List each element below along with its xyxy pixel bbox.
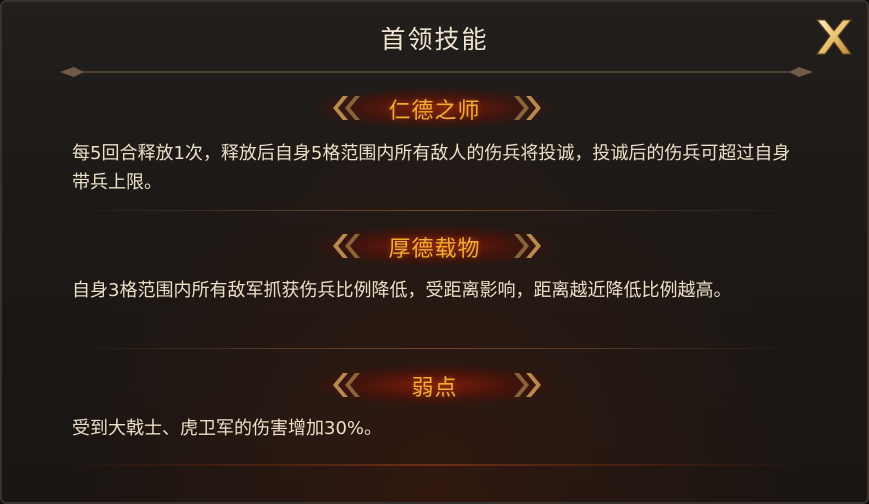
skill-description: 受到大戟士、虎卫军的伤害增加30%。 bbox=[72, 418, 383, 439]
close-icon[interactable] bbox=[811, 14, 857, 60]
dialog-title: 首领技能 bbox=[380, 25, 489, 54]
skill-name: 厚德载物 bbox=[388, 237, 481, 262]
skill-header-2: 厚德载物 bbox=[2, 226, 867, 266]
right-chevrons-icon bbox=[514, 96, 541, 120]
skill-description: 每5回合释放1次，释放后自身5格范围内所有敌人的伤兵将投诚，投诚后的伤兵可超过自… bbox=[72, 143, 791, 193]
skill-header-3: 弱点 bbox=[2, 365, 867, 405]
right-chevrons-icon bbox=[514, 373, 541, 397]
bottom-divider bbox=[62, 464, 807, 466]
skill-description: 自身3格范围内所有敌军抓获伤兵比例降低，受距离影响，距离越近降低比例越高。 bbox=[72, 280, 732, 301]
boss-skills-dialog: 首领技能 仁德之师 每5回合释放1次，释放后自身5格范围内所有敌人的伤兵将投诚，… bbox=[0, 0, 869, 504]
skill-name: 仁德之师 bbox=[388, 99, 481, 124]
right-chevrons-icon bbox=[514, 234, 541, 258]
title-divider bbox=[60, 67, 813, 77]
skill-name: 弱点 bbox=[411, 376, 458, 401]
section-divider bbox=[62, 210, 807, 211]
skill-header-1: 仁德之师 bbox=[2, 88, 867, 128]
section-divider bbox=[62, 348, 807, 349]
